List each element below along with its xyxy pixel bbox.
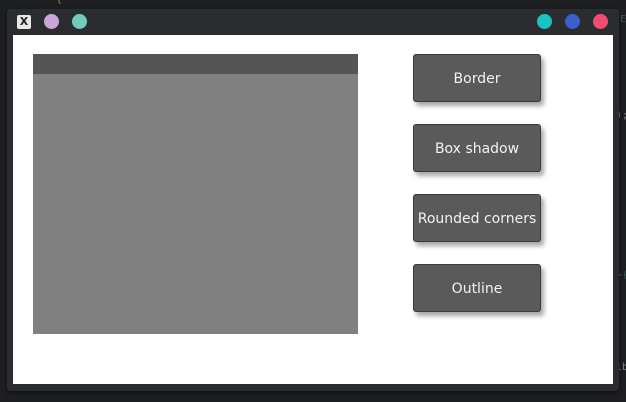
border-button[interactable]: Border — [413, 54, 541, 102]
outline-button[interactable]: Outline — [413, 264, 541, 312]
preview-panel[interactable] — [33, 54, 358, 334]
content-area: Border Box shadow Rounded corners Outlin… — [13, 35, 613, 384]
box-shadow-button[interactable]: Box shadow — [413, 124, 541, 172]
maximize-button[interactable] — [565, 14, 580, 29]
app-icon: X — [17, 15, 31, 29]
rounded-corners-button[interactable]: Rounded corners — [413, 194, 541, 242]
preview-panel-header[interactable] — [33, 54, 358, 74]
minimize-button[interactable] — [537, 14, 552, 29]
titlebar-dot-lilac[interactable] — [44, 14, 59, 29]
title-bar[interactable]: X — [7, 9, 619, 35]
close-button[interactable] — [593, 14, 608, 29]
app-window: X Border Box shadow Rounded corners Outl… — [7, 9, 619, 391]
titlebar-dot-teal[interactable] — [72, 14, 87, 29]
background-code-text: { — [56, 0, 62, 5]
